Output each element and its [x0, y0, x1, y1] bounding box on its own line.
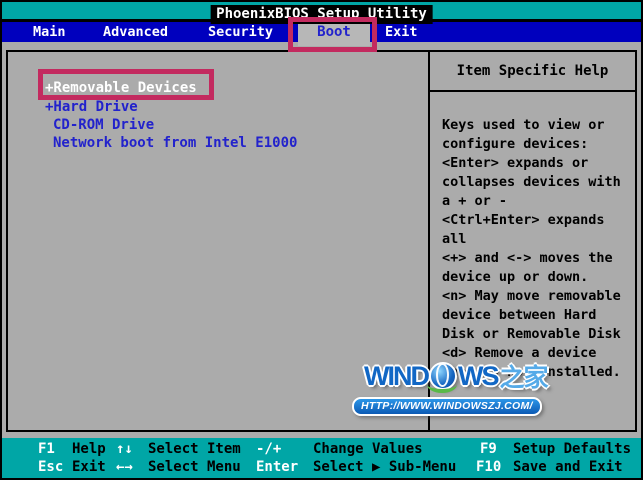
help-line: collapses devices with [442, 174, 621, 190]
key-f1-label: Help [72, 441, 106, 457]
boot-item-hard-drive[interactable]: +Hard Drive [45, 99, 138, 115]
updown-arrows-icon: ↑↓ [116, 441, 133, 457]
annotation-box-removable-devices [38, 69, 214, 100]
key-f10: F10 [476, 459, 502, 475]
help-line: <+> and <-> moves the [442, 250, 613, 266]
save-exit-label: Save and Exit [513, 459, 623, 475]
help-pane-text: Keys used to view or configure devices: … [430, 92, 635, 382]
watermark-brand-cn: 之家 [499, 364, 548, 392]
help-line: a + or - [442, 193, 508, 209]
key-legend-bar: F1 Help ↑↓ Select Item -/+ Change Values… [2, 438, 641, 478]
help-line: Disk or Removable Disk [442, 326, 621, 342]
key-minus-plus: -/+ [256, 441, 282, 457]
tab-advanced[interactable]: Advanced [103, 24, 168, 40]
annotation-box-boot-tab [288, 17, 377, 52]
bios-screen: PhoenixBIOS Setup Utility Main Advanced … [0, 0, 643, 480]
key-f9: F9 [480, 441, 497, 457]
key-esc-label: Exit [72, 459, 106, 475]
help-line: configure devices: [442, 136, 589, 152]
help-line: all [442, 231, 467, 247]
boot-item-network-boot[interactable]: Network boot from Intel E1000 [53, 135, 297, 151]
help-pane-title: Item Specific Help [430, 52, 635, 92]
select-submenu-label: Select ▶ Sub-Menu [313, 459, 457, 475]
select-menu-label: Select Menu [148, 459, 241, 475]
help-line: device up or down. [442, 269, 589, 285]
help-line: <n> May move removable [442, 288, 621, 304]
select-item-label: Select Item [148, 441, 241, 457]
key-f1: F1 [38, 441, 55, 457]
help-line: <Ctrl+Enter> expands [442, 212, 605, 228]
watermark-brand-right: WS [457, 360, 499, 391]
key-enter: Enter [256, 459, 299, 475]
tab-security[interactable]: Security [208, 24, 273, 40]
watermark-url: HTTP://WWW.WINDOWSZJ.COM/ [352, 397, 542, 416]
globe-icon [427, 362, 458, 393]
help-line: <Enter> expands or [442, 155, 589, 171]
watermark-logo: WIND WS 之家 [364, 358, 562, 394]
key-esc: Esc [38, 459, 64, 475]
watermark: WIND WS 之家 HTTP://WWW.WINDOWSZJ.COM/ [352, 358, 562, 416]
boot-item-cdrom-drive[interactable]: CD-ROM Drive [53, 117, 154, 133]
help-line: device between Hard [442, 307, 597, 323]
tab-main[interactable]: Main [33, 24, 66, 40]
change-values-label: Change Values [313, 441, 423, 457]
help-line: Keys used to view or [442, 117, 605, 133]
leftright-arrows-icon: ←→ [116, 459, 133, 475]
setup-defaults-label: Setup Defaults [513, 441, 632, 457]
tab-exit[interactable]: Exit [385, 24, 418, 40]
watermark-brand-left: WIND [364, 360, 430, 391]
